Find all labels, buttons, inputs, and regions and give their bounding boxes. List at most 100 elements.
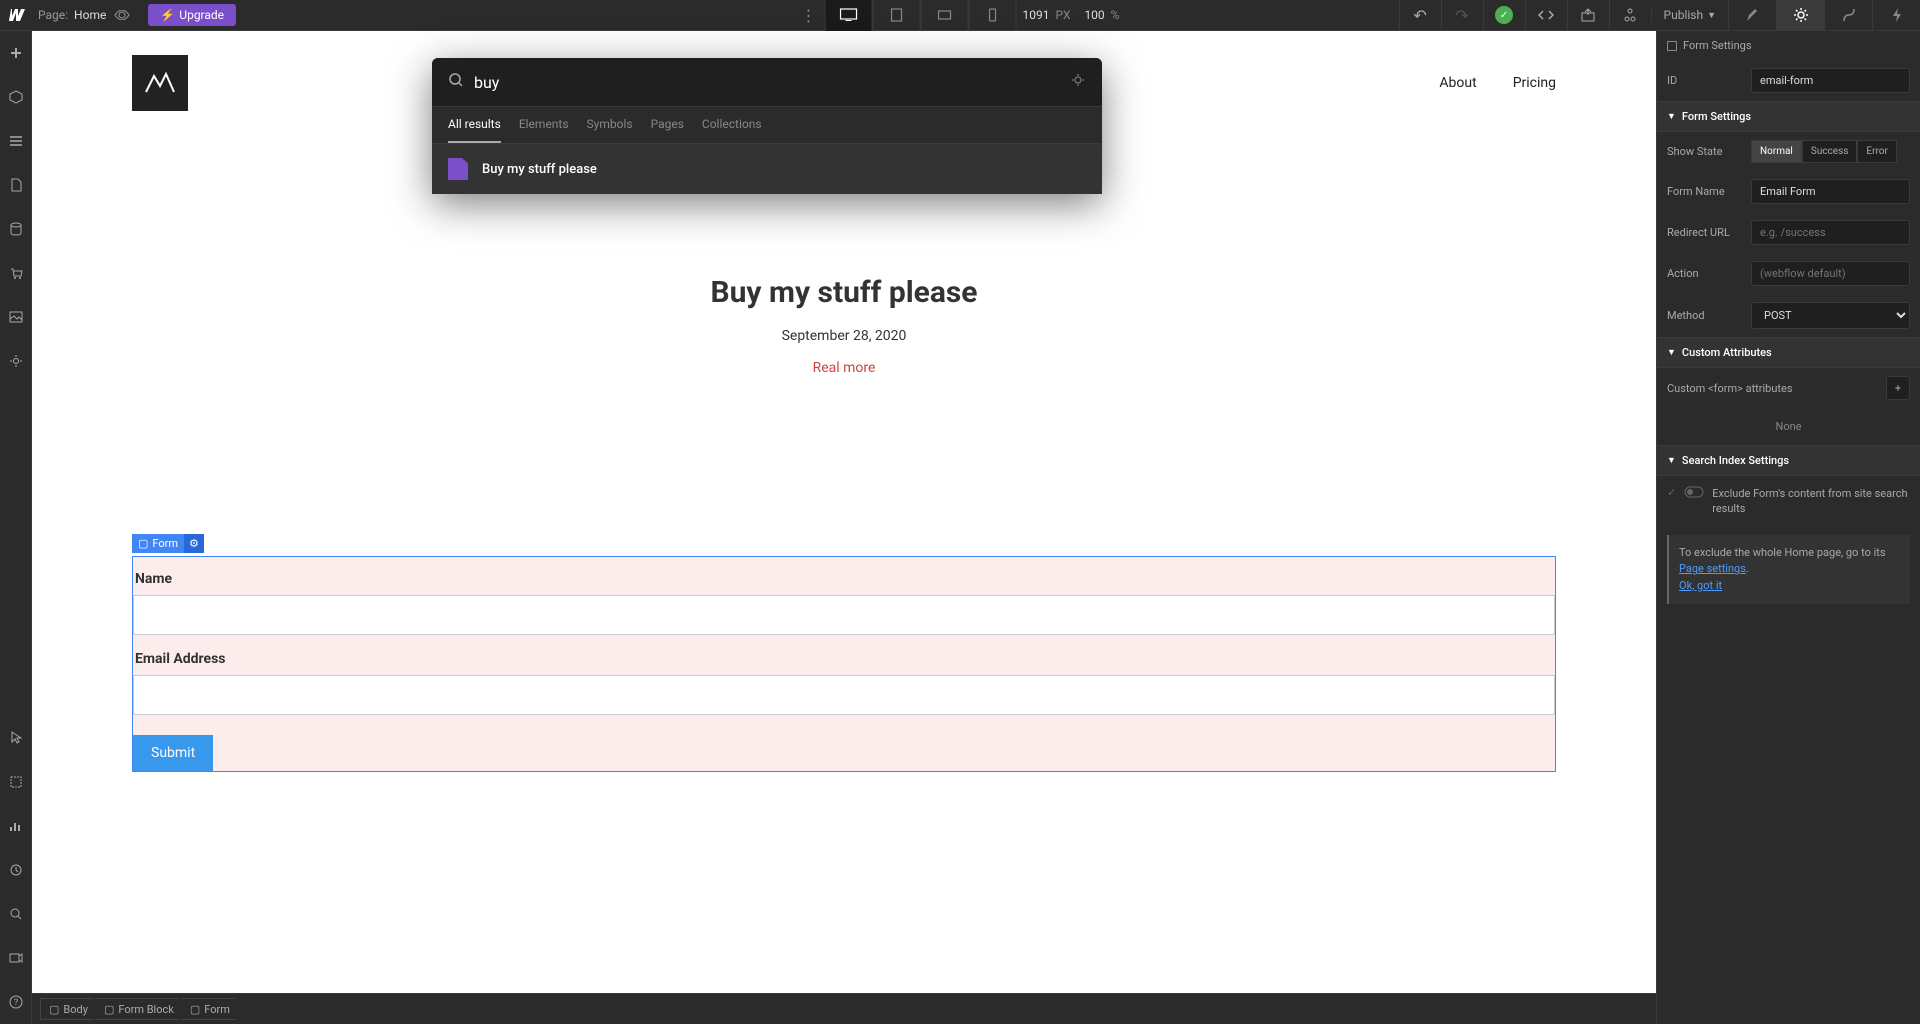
custom-attr-label: Custom <form> attributes bbox=[1667, 382, 1793, 395]
webflow-logo[interactable] bbox=[0, 0, 32, 31]
toggle-icon[interactable] bbox=[1684, 486, 1704, 501]
share-button[interactable] bbox=[1609, 0, 1651, 31]
form-settings-checkbox[interactable] bbox=[1667, 41, 1677, 51]
add-element-button[interactable] bbox=[0, 31, 32, 75]
search-result-item[interactable]: Buy my stuff please bbox=[432, 144, 1102, 194]
cms-button[interactable] bbox=[0, 207, 32, 251]
submit-button[interactable]: Submit bbox=[133, 735, 213, 771]
canvas-zoom[interactable]: 100 bbox=[1078, 8, 1110, 22]
element-tag[interactable]: ▢ Form bbox=[132, 534, 184, 553]
canvas-width[interactable]: 1091 bbox=[1017, 8, 1056, 22]
name-input[interactable] bbox=[133, 595, 1555, 635]
form-name-input[interactable] bbox=[1751, 179, 1910, 204]
preview-icon[interactable] bbox=[106, 0, 138, 31]
style-panel-button[interactable] bbox=[1728, 0, 1776, 31]
email-label[interactable]: Email Address bbox=[133, 651, 1555, 667]
info-box: To exclude the whole Home page, go to it… bbox=[1667, 535, 1910, 605]
tab-collections[interactable]: Collections bbox=[702, 107, 762, 143]
name-label[interactable]: Name bbox=[133, 571, 1555, 587]
form-block-icon: ▢ bbox=[104, 1003, 114, 1016]
search-modal: All results Elements Symbols Pages Colle… bbox=[432, 58, 1102, 194]
info-dot: . bbox=[1746, 562, 1749, 575]
breadcrumb-form-block[interactable]: ▢ Form Block bbox=[95, 998, 187, 1020]
device-mobile[interactable] bbox=[969, 0, 1017, 31]
page-name[interactable]: Home bbox=[74, 8, 106, 22]
search-input[interactable] bbox=[474, 73, 1070, 92]
method-label: Method bbox=[1667, 309, 1743, 322]
exclude-text: Exclude Form's content from site search … bbox=[1712, 486, 1910, 517]
tab-symbols[interactable]: Symbols bbox=[587, 107, 633, 143]
action-input[interactable] bbox=[1751, 261, 1910, 286]
settings-button[interactable] bbox=[0, 339, 32, 383]
redirect-label: Redirect URL bbox=[1667, 226, 1743, 239]
xray-icon[interactable] bbox=[0, 760, 32, 804]
state-error[interactable]: Error bbox=[1857, 140, 1896, 163]
search-icon bbox=[448, 72, 464, 92]
upgrade-icon: ⚡ bbox=[160, 8, 175, 22]
form-tag-icon: ▢ bbox=[138, 537, 148, 550]
hero-date[interactable]: September 28, 2020 bbox=[132, 328, 1556, 344]
breadcrumb-body-label: Body bbox=[63, 1003, 88, 1016]
cursor-icon[interactable] bbox=[0, 716, 32, 760]
ok-got-it-link[interactable]: Ok, got it bbox=[1679, 579, 1722, 592]
section-custom-attributes[interactable]: ▼ Custom Attributes bbox=[1657, 337, 1920, 368]
add-attribute-button[interactable]: + bbox=[1886, 376, 1910, 400]
navigator-button[interactable] bbox=[0, 119, 32, 163]
code-button[interactable] bbox=[1525, 0, 1567, 31]
hero-title[interactable]: Buy my stuff please bbox=[132, 275, 1556, 310]
form-icon: ▢ bbox=[190, 1003, 200, 1016]
symbols-button[interactable] bbox=[0, 75, 32, 119]
publish-button[interactable]: Publish ▼ bbox=[1651, 8, 1728, 22]
help-icon[interactable]: ? bbox=[0, 980, 32, 1024]
device-tablet-landscape[interactable] bbox=[921, 0, 969, 31]
form-name-label: Form Name bbox=[1667, 185, 1743, 198]
method-select[interactable]: POST bbox=[1751, 302, 1910, 329]
body-icon: ▢ bbox=[49, 1003, 59, 1016]
device-desktop[interactable] bbox=[825, 0, 873, 31]
export-button[interactable] bbox=[1567, 0, 1609, 31]
tab-all-results[interactable]: All results bbox=[448, 107, 501, 143]
tab-elements[interactable]: Elements bbox=[519, 107, 569, 143]
redirect-input[interactable] bbox=[1751, 220, 1910, 245]
publish-label: Publish bbox=[1664, 8, 1704, 22]
element-settings-icon[interactable]: ⚙ bbox=[184, 534, 204, 553]
read-more-link[interactable]: Real more bbox=[132, 360, 1556, 376]
style-manager-button[interactable] bbox=[1824, 0, 1872, 31]
id-input[interactable] bbox=[1751, 68, 1910, 93]
device-tablet[interactable] bbox=[873, 0, 921, 31]
upgrade-button[interactable]: ⚡ Upgrade bbox=[148, 4, 236, 26]
search-result-text: Buy my stuff please bbox=[482, 162, 597, 177]
form-element[interactable]: Name Email Address Submit bbox=[132, 556, 1556, 772]
undo-button[interactable]: ↶ bbox=[1399, 0, 1441, 31]
email-input[interactable] bbox=[133, 675, 1555, 715]
breadcrumb-body[interactable]: ▢ Body bbox=[40, 998, 101, 1020]
site-logo[interactable] bbox=[132, 55, 188, 111]
canvas-zoom-unit: % bbox=[1111, 8, 1128, 22]
section-form-settings[interactable]: ▼ Form Settings bbox=[1657, 101, 1920, 132]
breadcrumb-form[interactable]: ▢ Form bbox=[181, 998, 243, 1020]
status-button[interactable]: ✓ bbox=[1483, 0, 1525, 31]
chevron-down-icon: ▼ bbox=[1667, 455, 1676, 466]
interactions-button[interactable] bbox=[1872, 0, 1920, 31]
video-icon[interactable] bbox=[0, 936, 32, 980]
nav-pricing[interactable]: Pricing bbox=[1513, 75, 1556, 91]
section-form-label: Form Settings bbox=[1682, 110, 1751, 123]
state-success[interactable]: Success bbox=[1802, 140, 1858, 163]
redo-button[interactable]: ↷ bbox=[1441, 0, 1483, 31]
nav-about[interactable]: About bbox=[1439, 75, 1476, 91]
settings-panel-button[interactable] bbox=[1776, 0, 1824, 31]
assets-button[interactable] bbox=[0, 295, 32, 339]
audit-icon[interactable] bbox=[0, 804, 32, 848]
state-normal[interactable]: Normal bbox=[1751, 140, 1802, 163]
svg-text:?: ? bbox=[14, 998, 18, 1008]
ecommerce-button[interactable] bbox=[0, 251, 32, 295]
tab-pages[interactable]: Pages bbox=[651, 107, 684, 143]
section-search-index[interactable]: ▼ Search Index Settings bbox=[1657, 445, 1920, 476]
pages-button[interactable] bbox=[0, 163, 32, 207]
search-icon[interactable] bbox=[0, 892, 32, 936]
search-settings-icon[interactable] bbox=[1070, 72, 1086, 92]
more-icon[interactable]: ⋮ bbox=[793, 0, 825, 31]
page-settings-link[interactable]: Page settings bbox=[1679, 562, 1746, 575]
history-icon[interactable] bbox=[0, 848, 32, 892]
form-settings-title: Form Settings bbox=[1683, 39, 1752, 52]
